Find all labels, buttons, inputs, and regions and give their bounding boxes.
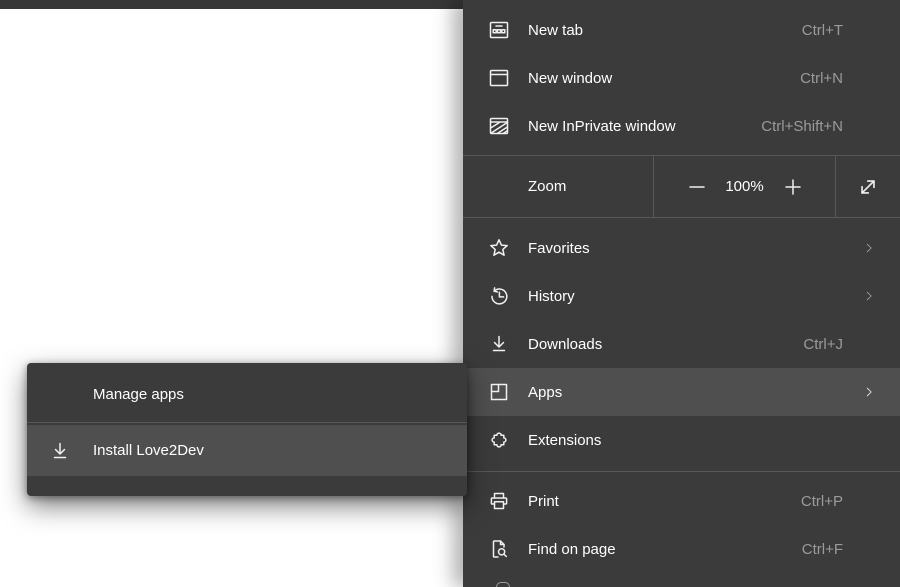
menu-item-shortcut: Ctrl+J [803,336,843,353]
zoom-controls-section: 100% [653,156,836,217]
menu-item-downloads[interactable]: DownloadsCtrl+J [463,320,900,368]
menu-item-new-window[interactable]: New windowCtrl+N [463,54,900,102]
fullscreen-button[interactable] [855,174,881,200]
chevron-right-icon [862,289,876,303]
zoom-label-section: Zoom [463,156,653,217]
menu-item-label: Downloads [528,336,803,353]
find-on-page-icon [487,537,511,561]
fullscreen-icon [855,174,881,200]
menu-item-favorites[interactable]: Favorites [463,224,900,272]
chevron-slot [862,494,876,508]
chevron-slot [862,23,876,37]
menu-item-label: New tab [528,22,802,39]
menu-item-label: Manage apps [93,386,184,403]
download-icon [48,439,72,463]
chevron-slot [862,433,876,447]
menu-item-shortcut: Ctrl+P [801,493,843,510]
menu-item-label: Favorites [528,240,862,257]
zoom-label: Zoom [528,178,566,195]
chevron-slot [862,337,876,351]
menu-item-shortcut: Ctrl+F [802,541,843,558]
menu-item-label: Extensions [528,432,862,449]
new-tab-icon [487,18,511,42]
menu-item-label: Install Love2Dev [93,442,204,459]
zoom-out-button[interactable] [685,175,709,199]
plus-icon [781,175,805,199]
chevron-slot [862,71,876,85]
menu-item-label: Find on page [528,541,802,558]
screenshot-stage: New tabCtrl+TNew windowCtrl+NNew InPriva… [0,0,900,587]
menu-item-label: Print [528,493,801,510]
puzzle-icon [487,428,511,452]
chevron-right-icon [862,385,876,399]
menu-item-extensions[interactable]: Extensions [463,416,900,464]
zoom-level-value: 100% [719,178,771,195]
menu-item-print[interactable]: PrintCtrl+P [463,477,900,525]
menu-item-install-love2dev[interactable]: Install Love2Dev [27,425,467,476]
fullscreen-section [836,156,900,217]
submenu-separator [27,422,467,423]
menu-item-label: New InPrivate window [528,118,761,135]
menu-item-shortcut: Ctrl+T [802,22,843,39]
printer-icon [487,489,511,513]
menu-item-new-tab[interactable]: New tabCtrl+T [463,6,900,54]
chevron-right-icon [862,241,876,255]
menu-item-history[interactable]: History [463,272,900,320]
chevron-slot [862,119,876,133]
minus-icon [685,175,709,199]
edge-settings-menu: New tabCtrl+TNew windowCtrl+NNew InPriva… [463,0,900,587]
menu-item-shortcut: Ctrl+N [800,70,843,87]
menu-item-manage-apps[interactable]: Manage apps [27,369,467,420]
new-window-icon [487,66,511,90]
cut-off-next-item-icon [496,582,510,587]
download-icon [487,332,511,356]
inprivate-window-icon [487,114,511,138]
menu-section-library: Favorites History DownloadsCtrl+J Apps Exten… [463,224,900,464]
star-icon [487,236,511,260]
apps-icon [487,380,511,404]
menu-item-shortcut: Ctrl+Shift+N [761,118,843,135]
menu-item-apps[interactable]: Apps [463,368,900,416]
zoom-in-button[interactable] [781,175,805,199]
menu-item-label: Apps [528,384,862,401]
menu-item-label: New window [528,70,800,87]
apps-submenu: Manage apps Install Love2Dev [27,363,467,496]
menu-item-label: History [528,288,862,305]
browser-chrome-strip [0,0,463,9]
history-icon [487,284,511,308]
zoom-row: Zoom 100% [463,156,900,217]
menu-item-new-inprivate-window[interactable]: New InPrivate windowCtrl+Shift+N [463,102,900,150]
menu-section-new: New tabCtrl+TNew windowCtrl+NNew InPriva… [463,6,900,150]
menu-item-find-on-page[interactable]: Find on pageCtrl+F [463,525,900,573]
chevron-slot [862,542,876,556]
menu-section-page-actions: PrintCtrl+PFind on pageCtrl+F [463,477,900,573]
